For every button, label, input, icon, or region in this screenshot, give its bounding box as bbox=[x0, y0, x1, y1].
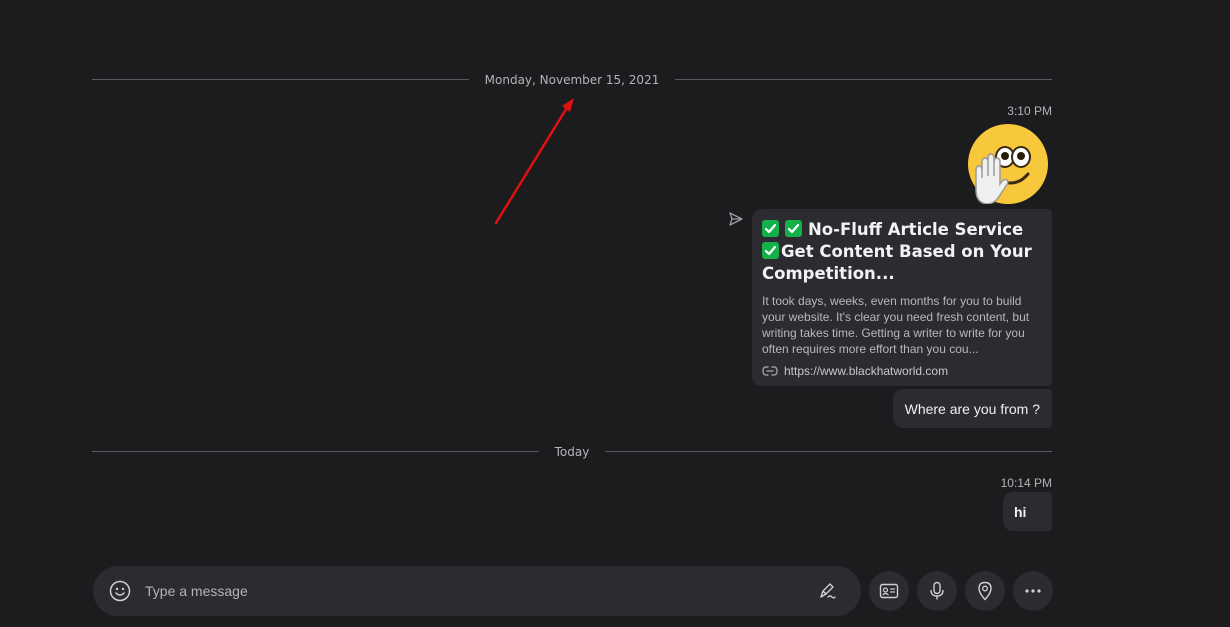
link-card-title-line1: No-Fluff Article Service bbox=[808, 220, 1024, 239]
today-divider-label: Today bbox=[554, 444, 590, 459]
message-timestamp: 3:10 PM bbox=[1007, 104, 1052, 118]
divider-line-right bbox=[675, 79, 1052, 80]
link-preview-card[interactable]: No-Fluff Article Service Get Content Bas… bbox=[752, 209, 1052, 386]
link-card-url-row[interactable]: https://www.blackhatworld.com bbox=[762, 364, 1042, 378]
location-pin-icon bbox=[978, 581, 992, 601]
more-dots-icon bbox=[1025, 589, 1041, 593]
date-divider: Monday, November 15, 2021 bbox=[92, 74, 1052, 86]
link-card-url[interactable]: https://www.blackhatworld.com bbox=[784, 364, 948, 378]
more-options-button[interactable] bbox=[1013, 571, 1053, 611]
check-mark-icon bbox=[785, 220, 802, 237]
emoji-button[interactable] bbox=[109, 580, 131, 602]
check-mark-icon bbox=[762, 220, 779, 237]
microphone-button[interactable] bbox=[917, 571, 957, 611]
smile-icon bbox=[109, 580, 131, 602]
microphone-icon bbox=[930, 581, 944, 600]
sent-icon bbox=[729, 212, 743, 226]
contact-card-button[interactable] bbox=[869, 571, 909, 611]
message-composer bbox=[93, 566, 861, 616]
message-timestamp: 10:14 PM bbox=[1000, 476, 1052, 490]
today-divider: Today bbox=[92, 446, 1052, 458]
check-mark-icon bbox=[762, 242, 779, 259]
date-divider-label: Monday, November 15, 2021 bbox=[484, 72, 660, 87]
message-bubble[interactable]: Where are you from ? bbox=[892, 389, 1052, 428]
pen-format-icon bbox=[820, 583, 836, 599]
divider-line-left bbox=[92, 79, 469, 80]
contact-card-icon bbox=[879, 583, 899, 599]
format-button[interactable] bbox=[817, 581, 837, 601]
link-card-title-line3: Competition... bbox=[762, 264, 895, 283]
message-bubble[interactable]: hi bbox=[1003, 492, 1052, 531]
link-card-title-line2: Get Content Based on Your bbox=[781, 242, 1032, 261]
waving-emoji-icon[interactable] bbox=[968, 124, 1048, 204]
link-card-title[interactable]: No-Fluff Article Service Get Content Bas… bbox=[762, 219, 1042, 285]
link-card-description: It took days, weeks, even months for you… bbox=[762, 294, 1030, 356]
location-button[interactable] bbox=[965, 571, 1005, 611]
divider-line-right bbox=[605, 451, 1052, 452]
divider-line-left bbox=[92, 451, 539, 452]
link-icon bbox=[762, 366, 778, 376]
message-input[interactable] bbox=[143, 582, 817, 600]
chat-area: Monday, November 15, 2021 3:10 PM No-Flu… bbox=[0, 0, 1230, 627]
